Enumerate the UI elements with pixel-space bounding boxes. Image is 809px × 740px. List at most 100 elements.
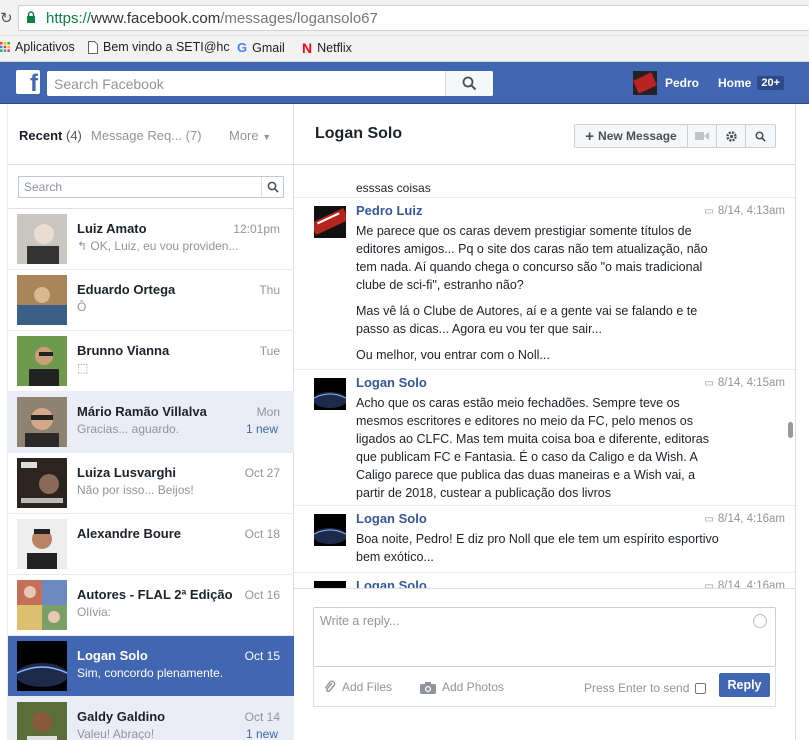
facebook-search-button[interactable] [445, 71, 493, 96]
tab-more[interactable]: More ▼ [229, 128, 271, 143]
search-icon [267, 181, 279, 193]
conversation-time: Oct 15 [244, 649, 280, 663]
avatar [314, 378, 346, 410]
reply-button[interactable]: Reply [719, 673, 770, 697]
settings-button[interactable] [717, 125, 746, 147]
message-group: Pedro Luiz ▭ 8/14, 4:13am Me parece que o… [294, 197, 795, 367]
conversation-snippet: Não por isso... Beijos! [77, 483, 194, 497]
thread-header: Logan Solo + New Message [294, 104, 795, 165]
conversation-time: Oct 18 [244, 527, 280, 541]
conversation-sidebar: Recent (4) Message Req... (7) More ▼ Lui… [7, 104, 294, 740]
reply-input[interactable] [314, 608, 744, 664]
avatar [314, 581, 346, 588]
bookmark-netflix[interactable]: N Netflix [302, 40, 352, 56]
speech-bubble-icon: ▭ [704, 377, 714, 389]
conversation-list: Luiz Amato 12:01pm ↰ OK, Luiz, eu vou pr… [8, 208, 294, 740]
conversation-snippet: ↰ OK, Luiz, eu vou providen... [77, 239, 239, 253]
home-link[interactable]: Home 20+ [718, 76, 785, 90]
google-g-icon: G [237, 40, 248, 55]
conversation-name: Logan Solo [77, 648, 148, 663]
home-label: Home [718, 76, 752, 90]
bookmark-gmail[interactable]: G Gmail [237, 40, 285, 55]
message-text: Boa noite, Pedro! E diz pro Noll que ele… [356, 532, 719, 564]
conversation-item[interactable]: Galdy Galdino Oct 14 Valeu! Abraço! 1 ne… [8, 697, 294, 740]
tab-recent[interactable]: Recent (4) [19, 128, 82, 143]
press-enter-checkbox[interactable] [695, 682, 707, 694]
conversation-item[interactable]: Logan Solo Oct 15 Sim, concordo plenamen… [8, 636, 294, 697]
lock-icon [27, 11, 35, 23]
add-photos-button[interactable]: Add Photos [420, 680, 504, 694]
inbox-search [18, 176, 284, 198]
avatar [314, 206, 346, 238]
conversation-item[interactable]: Alexandre Boure Oct 18 [8, 514, 294, 575]
avatar [17, 214, 67, 264]
camera-icon [420, 681, 436, 694]
search-icon [755, 130, 766, 142]
avatar [17, 458, 67, 508]
conversation-item[interactable]: Luiz Amato 12:01pm ↰ OK, Luiz, eu vou pr… [8, 209, 294, 270]
bookmark-seti[interactable]: Bem vindo a SETI@hc [88, 40, 230, 54]
avatar [17, 580, 67, 630]
conversation-item[interactable]: Luiza Lusvarghi Oct 27 Não por isso... B… [8, 453, 294, 514]
inbox-tabs: Recent (4) Message Req... (7) More ▼ [8, 104, 294, 165]
thread-title: Logan Solo [315, 125, 403, 142]
new-count-badge: 1 new [245, 422, 278, 436]
conversation-item[interactable]: Autores - FLAL 2ª Edição Oct 16 Olívia: [8, 575, 294, 636]
message-thread-panel: Logan Solo + New Message esssas coisas P… [294, 104, 809, 740]
avatar [314, 514, 346, 546]
message-text: esssas coisas [356, 181, 431, 195]
profile-link[interactable]: Pedro [633, 71, 699, 95]
conversation-name: Luiz Amato [77, 221, 147, 236]
search-conversation-button[interactable] [746, 125, 775, 147]
conversation-name: Galdy Galdino [77, 709, 166, 724]
message-time: ▭ 8/14, 4:16am [704, 580, 785, 588]
bookmarks-bar: Aplicativos Bem vindo a SETI@hc G Gmail … [0, 36, 809, 62]
netflix-icon: N [302, 40, 313, 56]
message-author[interactable]: Logan Solo [356, 578, 427, 588]
avatar [17, 275, 67, 325]
conversation-time: Tue [259, 344, 280, 358]
conversation-snippet: ⬚ [77, 361, 89, 375]
inbox-search-input[interactable] [19, 177, 259, 197]
new-message-button[interactable]: + New Message [575, 125, 688, 147]
message-author[interactable]: Logan Solo [356, 511, 427, 526]
message-author[interactable]: Logan Solo [356, 375, 427, 390]
conversation-item[interactable]: Eduardo Ortega Thu Ô [8, 270, 294, 331]
conversation-snippet: Valeu! Abraço! [77, 727, 155, 740]
press-enter-toggle[interactable]: Press Enter to send [584, 681, 707, 695]
facebook-search [47, 71, 493, 96]
apps-grid-icon [0, 42, 10, 52]
speech-bubble-icon: ▭ [704, 513, 714, 525]
message-author[interactable]: Pedro Luiz [356, 203, 422, 218]
conversation-name: Luiza Lusvarghi [77, 465, 176, 480]
url-field[interactable]: https://www.facebook.com/messages/logans… [18, 5, 809, 31]
conversation-snippet: Ô [77, 300, 87, 314]
message-fragment: esssas coisas [356, 170, 431, 197]
conversation-time: Oct 14 [244, 710, 280, 724]
page-icon [88, 40, 98, 54]
facebook-logo-icon[interactable]: f [16, 70, 40, 94]
reply-composer: Add Files Add Photos Press Enter to send… [294, 588, 795, 740]
bookmark-label: Aplicativos [15, 40, 75, 54]
conversation-name: Autores - FLAL 2ª Edição [77, 587, 233, 602]
thread-toolbar: + New Message [574, 124, 776, 148]
tab-message-requests[interactable]: Message Req... (7) [91, 128, 202, 143]
thread-scrollbar[interactable] [788, 422, 793, 438]
avatar [17, 702, 67, 740]
message-body: Me parece que os caras devem prestigiar … [356, 222, 726, 372]
inbox-search-button[interactable] [261, 177, 283, 197]
conversation-snippet: Olívia: [77, 605, 112, 619]
reload-icon[interactable]: ↻ [0, 9, 13, 27]
message-text: Mas vê lá o Clube de Autores, aí e a gen… [356, 304, 698, 336]
avatar [17, 519, 67, 569]
conversation-item[interactable]: Brunno Vianna Tue ⬚ [8, 331, 294, 392]
bookmark-apps[interactable]: Aplicativos [0, 40, 75, 54]
conversation-item[interactable]: Mário Ramão Villalva Mon Gracias... agua… [8, 392, 294, 453]
add-files-button[interactable]: Add Files [324, 680, 392, 694]
emoji-icon[interactable] [753, 614, 767, 628]
message-body: Boa noite, Pedro! E diz pro Noll que ele… [356, 530, 726, 574]
facebook-search-input[interactable] [47, 71, 447, 96]
video-call-button[interactable] [688, 125, 717, 147]
message-text: Me parece que os caras devem prestigiar … [356, 224, 708, 292]
bookmark-label: Gmail [252, 40, 285, 55]
